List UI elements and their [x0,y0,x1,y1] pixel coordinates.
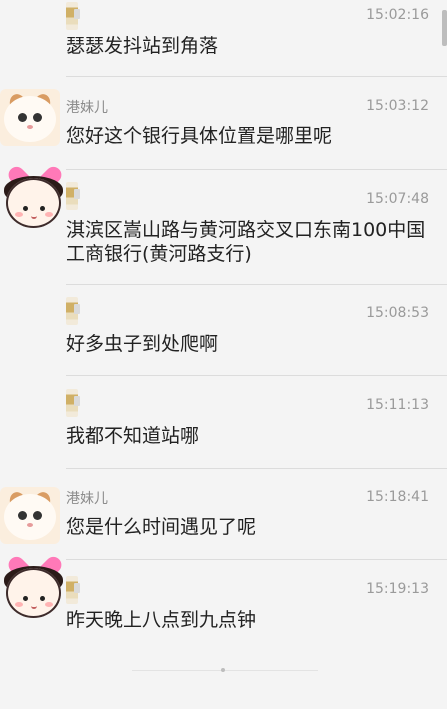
message-item[interactable]: 15:11:13 我都不知道站哪 [0,376,447,468]
sender-name-blurred [66,297,80,325]
sender-name-blurred [66,182,80,210]
sender-name: 港妹儿 [66,100,108,116]
cat-avatar-icon[interactable] [0,89,60,146]
sender-name: 港妹儿 [66,491,108,507]
bottom-dot [221,668,225,672]
message-time: 15:02:16 [366,7,429,23]
cat-avatar-icon[interactable] [0,487,60,544]
girl-avatar-icon[interactable] [0,156,70,232]
message-time: 15:08:53 [366,305,429,321]
message-text: 好多虫子到处爬啊 [66,333,219,355]
message-item[interactable]: 15:08:53 好多虫子到处爬啊 [0,285,447,375]
message-time: 15:07:48 [366,191,429,207]
message-time: 15:03:12 [366,98,429,114]
bottom-indicator [132,670,318,671]
message-text: 您好这个银行具体位置是哪里呢 [66,125,333,147]
message-item[interactable]: 15:19:13 昨天晚上八点到九点钟 [0,560,447,660]
sender-name-blurred [66,389,80,417]
chat-history: 15:02:16 瑟瑟发抖站到角落 港妹儿 15:03:12 您好这个银行具体位… [0,0,447,709]
sender-name-blurred [66,576,80,604]
sender-name-blurred [66,2,80,30]
message-text: 您是什么时间遇见了呢 [66,516,257,538]
message-text: 我都不知道站哪 [66,425,200,447]
girl-avatar-icon[interactable] [0,546,70,622]
message-time: 15:11:13 [366,397,429,413]
message-time: 15:19:13 [366,581,429,597]
message-item[interactable]: 15:07:48 淇滨区嵩山路与黄河路交叉口东南100中国工商银行(黄河路支行) [0,170,447,284]
message-text: 淇滨区嵩山路与黄河路交叉口东南100中国工商银行(黄河路支行) [66,219,426,265]
message-time: 15:18:41 [366,489,429,505]
message-text: 瑟瑟发抖站到角落 [66,35,219,57]
message-item[interactable]: 15:02:16 瑟瑟发抖站到角落 [0,0,447,76]
message-text: 昨天晚上八点到九点钟 [66,609,257,631]
